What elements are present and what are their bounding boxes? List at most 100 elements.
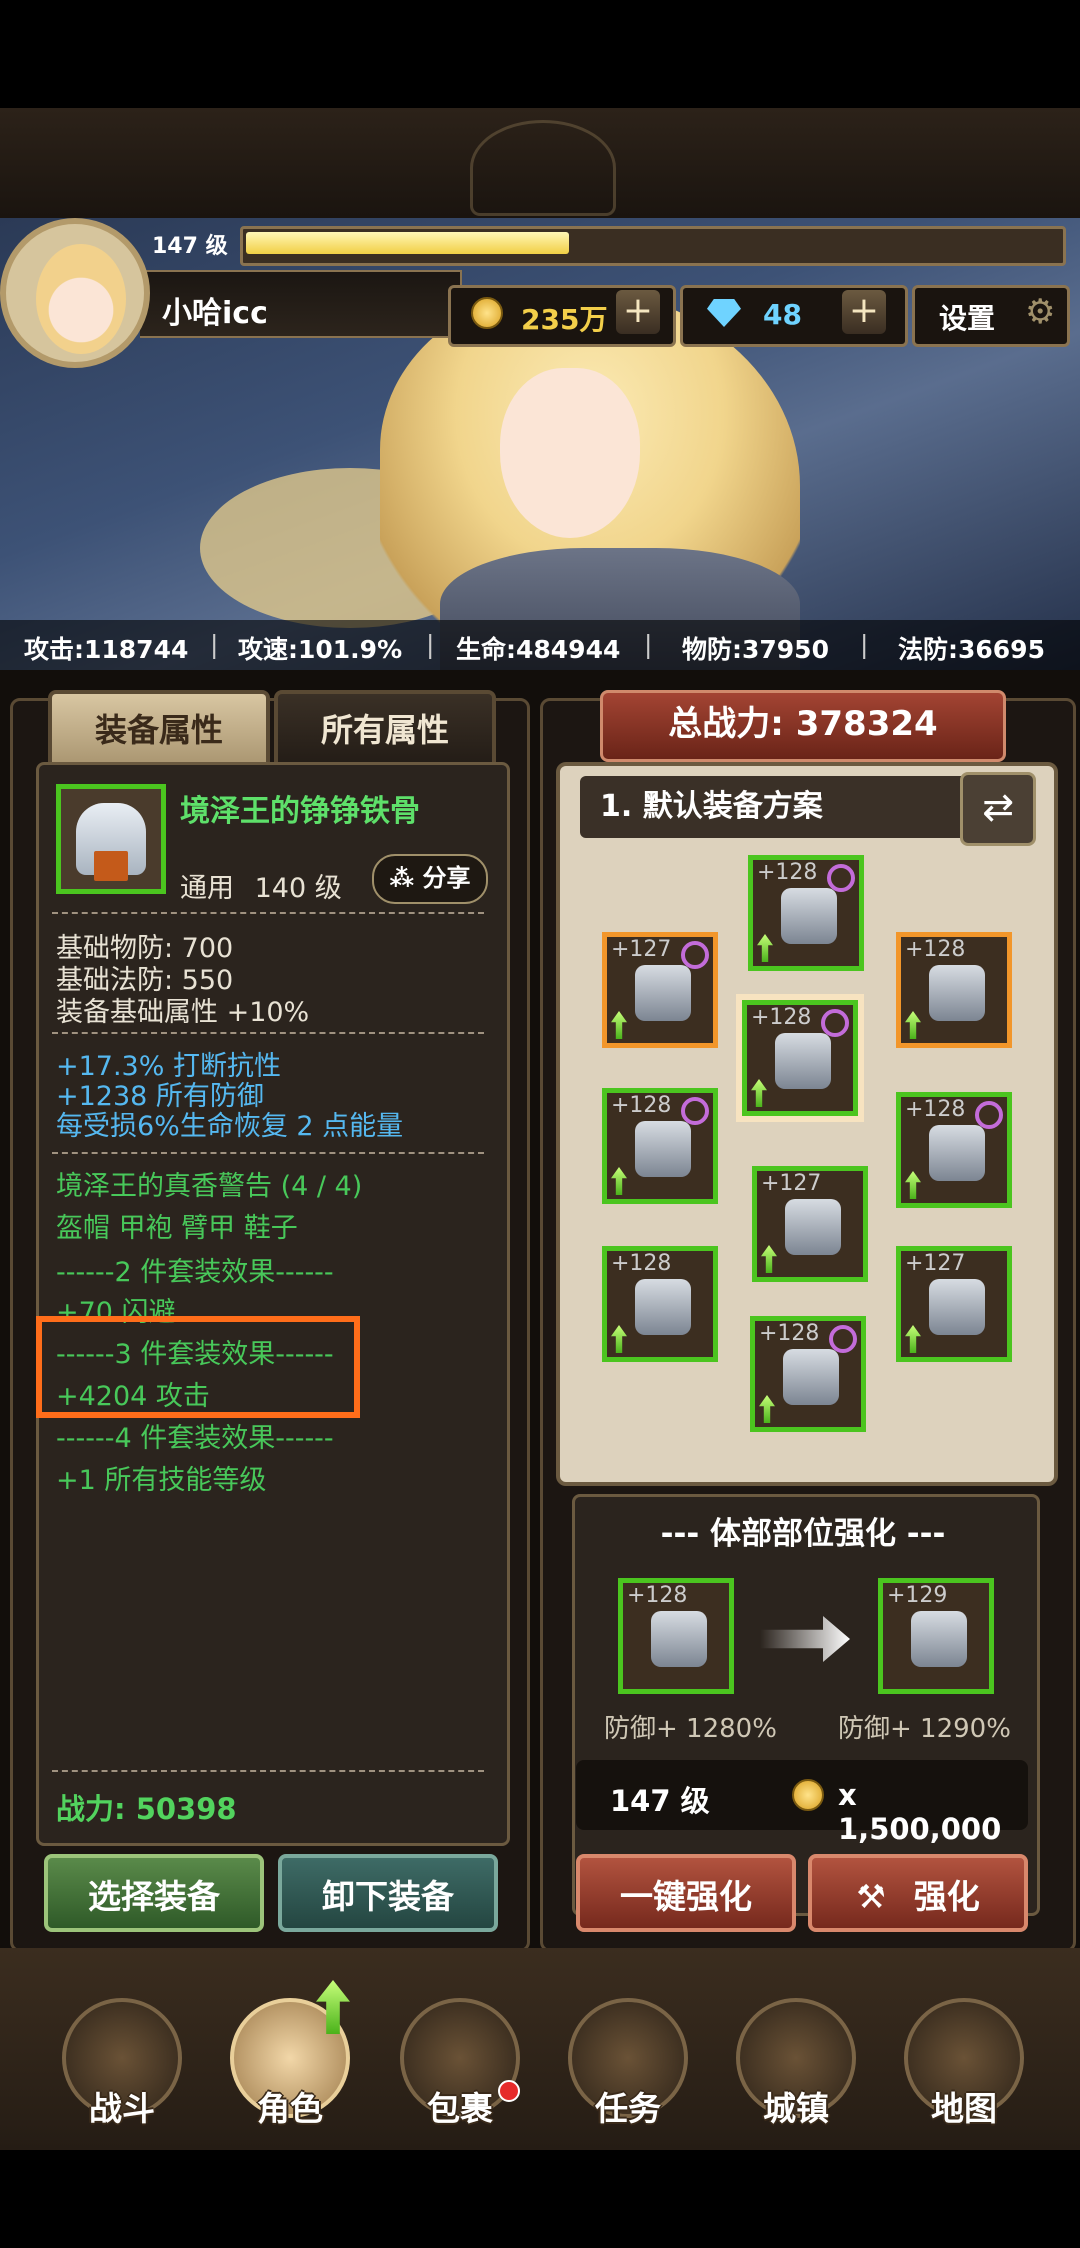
enhance-label: 强化 <box>913 1877 980 1916</box>
gem-amount: 48 <box>763 298 802 331</box>
item-icon-slot[interactable] <box>56 784 166 894</box>
hammer-icon: ⚒ <box>856 1877 886 1916</box>
avatar[interactable] <box>0 218 150 368</box>
nav-label: 角色 <box>257 2089 323 2128</box>
stat-attack-speed: 攻速:101.9% <box>238 635 403 664</box>
notification-dot <box>498 2080 520 2102</box>
stat-magic-def: 法防:36695 <box>898 635 1045 664</box>
upgrade-from-slot: +128 <box>618 1578 734 1694</box>
shield-slot[interactable]: +127 <box>896 1246 1012 1362</box>
gear-icon: ⚙ <box>1025 292 1056 332</box>
enchant-spiral-icon <box>829 1325 857 1353</box>
upgrade-arrow-icon <box>759 1395 775 1423</box>
armor-slot[interactable]: +128 <box>742 1000 858 1116</box>
stat-phys-def: 物防:37950 <box>682 635 829 664</box>
nav-map[interactable]: 地图 <box>884 1980 1044 2130</box>
nav-scroll[interactable]: 任务 <box>548 1980 708 2130</box>
equipment-icon <box>635 965 691 1021</box>
add-gold-button[interactable]: + <box>616 290 660 334</box>
nav-label: 战斗 <box>89 2089 155 2128</box>
item-meta: 通用 140 级 <box>180 866 342 905</box>
player-level: 147 级 <box>152 234 228 259</box>
diamond-icon <box>707 299 741 327</box>
enhance-button[interactable]: ⚒ 强化 <box>808 1854 1028 1932</box>
share-label: 分享 <box>422 864 471 892</box>
boots-slot[interactable]: +127 <box>752 1166 868 1282</box>
avatar-portrait <box>36 244 126 354</box>
bonus-attr-line: 每受损6%生命恢复 2 点能量 <box>56 1111 404 1142</box>
nav-helmet[interactable]: 角色 <box>210 1980 370 2130</box>
share-button[interactable]: ⁂ 分享 <box>372 854 488 904</box>
necklace-slot[interactable]: +128 <box>896 932 1012 1048</box>
select-equipment-button[interactable]: 选择装备 <box>44 1854 264 1932</box>
stat-separator: | <box>426 630 435 659</box>
nav-swords-shield[interactable]: 战斗 <box>42 1980 202 2130</box>
add-gems-button[interactable]: + <box>842 290 886 334</box>
gold-amount: 235万 <box>521 303 608 336</box>
gold-coin-icon <box>471 297 503 329</box>
slot-level: +128 <box>759 1321 820 1346</box>
item-type: 通用 <box>180 873 234 904</box>
player-name: 小哈icc <box>162 296 268 331</box>
leg-slot[interactable]: +128 <box>750 1316 866 1432</box>
tab-equip-attributes[interactable]: 装备属性 <box>48 690 270 766</box>
upgrade-title: --- 体部部位强化 --- <box>660 1516 946 1552</box>
stat-separator: | <box>860 630 869 659</box>
auto-enhance-button[interactable]: 一键强化 <box>576 1854 796 1932</box>
loadout-name[interactable]: 1. 默认装备方案 <box>580 776 990 838</box>
enchant-spiral-icon <box>821 1009 849 1037</box>
gauntlet-slot[interactable]: +128 <box>896 1092 1012 1208</box>
equipment-icon <box>783 1349 839 1405</box>
bottom-frame <box>0 2150 1080 2248</box>
nav-label: 地图 <box>931 2089 997 2128</box>
upgrade-arrow-icon <box>611 1325 627 1353</box>
slot-level: +128 <box>757 860 818 885</box>
stat-hp: 生命:484944 <box>456 635 621 664</box>
highlight-box <box>36 1316 360 1418</box>
helmet-slot[interactable]: +128 <box>748 855 864 971</box>
set-line: 盔帽 甲袍 臂甲 鞋子 <box>56 1213 298 1244</box>
slot-level: +128 <box>627 1583 688 1608</box>
weapon-slot[interactable]: +128 <box>602 1246 718 1362</box>
upgrade-arrow-icon <box>761 1245 777 1273</box>
base-attr-line: 装备基础属性 +10% <box>56 997 310 1028</box>
unequip-button[interactable]: 卸下装备 <box>278 1854 498 1932</box>
ring-slot[interactable]: +127 <box>602 932 718 1048</box>
upgrade-from-percent: 防御+ 1280% <box>604 1714 777 1744</box>
nav-backpack[interactable]: 包裹 <box>380 1980 540 2130</box>
upgrade-level: 147 级 <box>610 1784 710 1818</box>
slot-level: +127 <box>761 1171 822 1196</box>
swap-loadout-icon[interactable]: ⇄ <box>960 772 1036 846</box>
upgrade-box <box>572 1494 1040 1916</box>
equipment-icon <box>929 965 985 1021</box>
set-line: ------4 件套装效果------ <box>56 1423 334 1454</box>
equipment-icon <box>635 1279 691 1335</box>
stat-separator: | <box>644 630 653 659</box>
equipment-icon <box>785 1199 841 1255</box>
upgrade-cost-bar: 147 级 x 1,500,000 <box>576 1760 1028 1846</box>
slot-level: +128 <box>611 1093 672 1118</box>
enchant-spiral-icon <box>975 1101 1003 1129</box>
settings-label: 设置 <box>939 302 996 335</box>
enchant-spiral-icon <box>681 941 709 969</box>
equipment-icon <box>775 1033 831 1089</box>
stat-separator: | <box>210 630 219 659</box>
armor-icon <box>651 1611 707 1667</box>
upgrade-to-percent: 防御+ 1290% <box>838 1714 1011 1744</box>
gold-coin-icon <box>792 1779 824 1811</box>
xp-bar-fill <box>246 232 569 254</box>
upgrade-arrow-icon <box>757 934 773 962</box>
belt-slot[interactable]: +128 <box>602 1088 718 1204</box>
slot-level: +129 <box>887 1583 948 1608</box>
nav-tower[interactable]: 城镇 <box>716 1980 876 2130</box>
set-line: +1 所有技能等级 <box>56 1465 267 1496</box>
upgrade-arrow-icon <box>611 1011 627 1039</box>
upgrade-arrow-icon <box>611 1167 627 1195</box>
item-name: 境泽王的铮铮铁骨 <box>180 794 420 829</box>
equipment-icon <box>929 1279 985 1335</box>
divider <box>52 1770 484 1772</box>
nav-label: 城镇 <box>763 2089 829 2128</box>
settings-button[interactable]: 设置 ⚙ <box>912 285 1070 347</box>
tab-all-attributes[interactable]: 所有属性 <box>274 690 496 766</box>
item-level: 140 级 <box>254 873 342 904</box>
